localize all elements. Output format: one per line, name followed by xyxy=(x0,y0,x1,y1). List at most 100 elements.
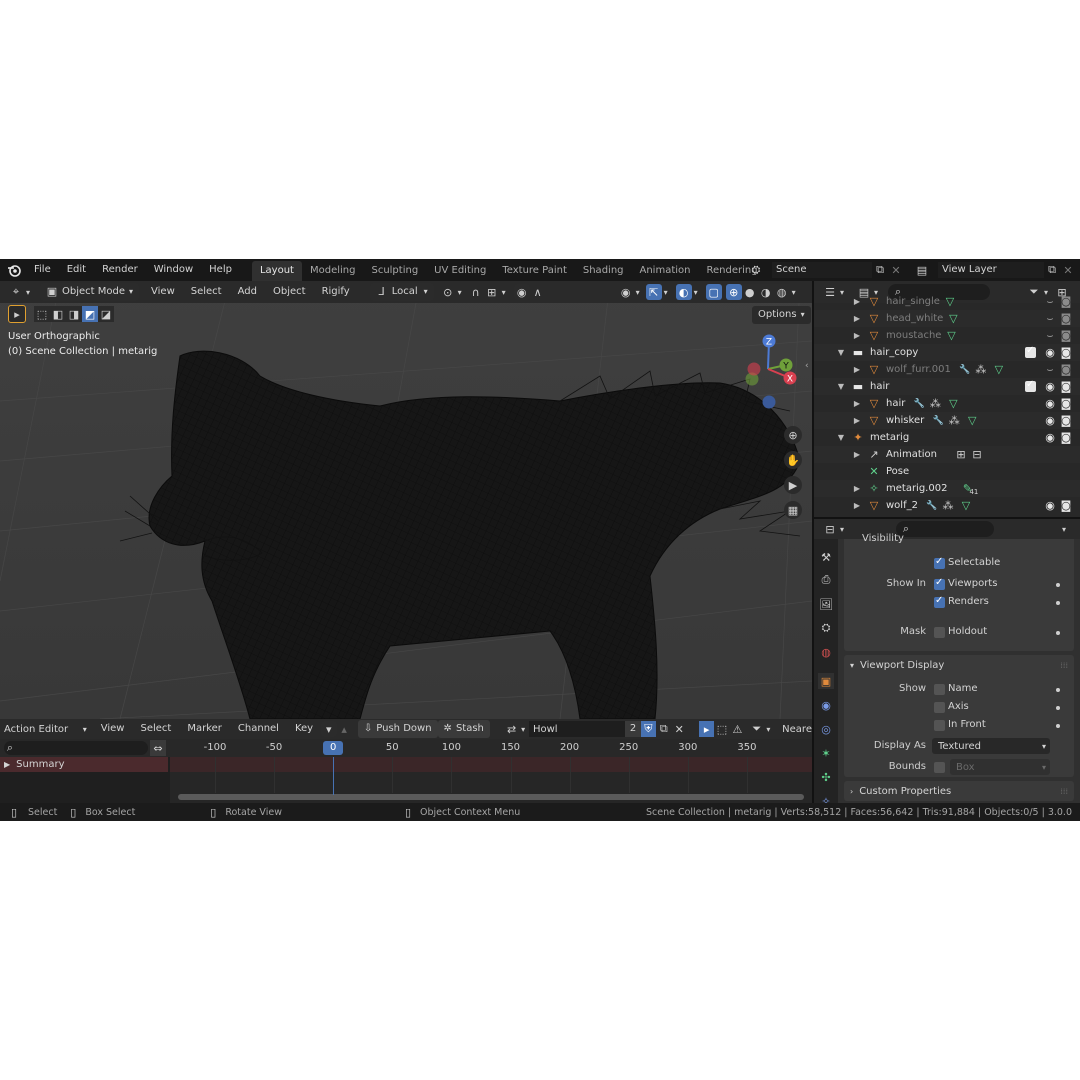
viewport-menu-object[interactable]: Object xyxy=(265,282,314,302)
mesh-data-icon[interactable]: ▽ xyxy=(945,311,961,327)
ortho-grid-icon[interactable]: ▦ xyxy=(784,501,802,519)
outliner-item[interactable]: ▶ ▽ moustache ▽ ⌣ ◙ xyxy=(814,327,1080,344)
layer-down-icon[interactable]: ▾ xyxy=(321,721,337,737)
tab-uv-editing[interactable]: UV Editing xyxy=(426,261,494,281)
eye-closed-icon[interactable]: ⌣ xyxy=(1042,294,1058,310)
filter-icon[interactable]: ⏷ xyxy=(749,721,764,737)
view-layer-name[interactable]: View Layer xyxy=(938,262,1044,278)
axis-checkbox[interactable] xyxy=(934,702,945,713)
outliner-item[interactable]: ▼ ▬ hair ◉◙ xyxy=(814,378,1080,395)
swap-range-icon[interactable]: ⇔ xyxy=(150,740,166,756)
modifier-tab-icon[interactable]: ◉ xyxy=(818,697,834,713)
particle-system-icon[interactable]: ⁂ xyxy=(940,498,956,514)
proportional-edit-icon[interactable]: ◉ xyxy=(513,284,530,300)
modifier-wrench-icon[interactable]: 🔧 xyxy=(930,413,946,429)
outliner-properties-divider[interactable] xyxy=(814,517,1080,519)
outliner-item[interactable]: ▶ ▽ wolf_furr.001 🔧 ⁂ ▽ ⌣ ◙ xyxy=(814,361,1080,378)
expand-right-icon[interactable]: ▶ xyxy=(852,399,862,408)
layer-up-icon[interactable]: ▴ xyxy=(337,721,352,737)
tool-tab-icon[interactable]: ⚒ xyxy=(818,549,834,565)
viewport-display-header-row[interactable]: ▾ Viewport Display ⁞⁞⁞ xyxy=(844,655,1074,675)
frame-ruler[interactable]: -100 -50 0 50 100 150 200 250 300 350 xyxy=(170,739,812,757)
scene-name[interactable]: Scene xyxy=(772,262,872,278)
viewports-checkbox[interactable] xyxy=(934,577,945,590)
snap-target-icon[interactable]: ⊞ xyxy=(484,284,500,300)
action-menu-select[interactable]: Select xyxy=(132,719,179,739)
mesh-data-icon[interactable]: ▽ xyxy=(958,498,974,514)
eye-closed-icon[interactable]: ⌣ xyxy=(1042,311,1058,327)
mesh-data-icon[interactable]: ▽ xyxy=(942,294,958,310)
camera-render-icon[interactable]: ◙ xyxy=(1058,498,1074,514)
outliner-item[interactable]: ▶ ▽ head_white ▽ ⌣ ◙ xyxy=(814,310,1080,327)
scene-selector[interactable]: ⛭ Scene ⧉ ✕ xyxy=(748,261,904,279)
visibility-header[interactable]: Visibility xyxy=(862,533,904,544)
menu-file[interactable]: File xyxy=(26,260,59,280)
action-data-icon[interactable]: ⊞ xyxy=(953,447,969,463)
interpolation-label[interactable]: Neare xyxy=(782,724,812,735)
current-frame-indicator[interactable]: 0 xyxy=(323,741,344,755)
eye-closed-icon[interactable]: ⌣ xyxy=(1042,328,1058,344)
select-invert-icon[interactable]: ◩ xyxy=(82,306,98,322)
physics-tab-icon[interactable]: ◎ xyxy=(818,721,834,737)
xray-toggle-icon[interactable]: ▢ xyxy=(705,284,722,300)
outliner-item[interactable]: ▶ ▽ hair 🔧 ⁂ ▽ ◉ ◙ xyxy=(814,395,1080,412)
renders-keyframe-dot[interactable] xyxy=(1056,601,1060,605)
exclude-checkbox[interactable] xyxy=(1025,345,1036,358)
transform-orientation-selector[interactable]: ⅃ Local ▾ xyxy=(369,283,434,301)
pan-hand-icon[interactable]: ✋ xyxy=(784,451,802,469)
viewport-menu-rigify[interactable]: Rigify xyxy=(314,282,358,302)
menu-edit[interactable]: Edit xyxy=(59,260,94,280)
outliner-item[interactable]: ▶✕Pose xyxy=(814,463,1080,480)
bounds-checkbox[interactable] xyxy=(934,762,945,773)
editor-type-icon[interactable]: ⌖ xyxy=(8,284,24,300)
keyframe-area[interactable] xyxy=(170,757,812,803)
wireframe-shading-icon[interactable]: ⊕ xyxy=(725,284,742,300)
nla-tracks-icon[interactable]: ⊟ xyxy=(969,447,985,463)
action-users-count[interactable]: 2 xyxy=(625,721,641,737)
outliner-item[interactable]: ▶ ▽ whisker 🔧 ⁂ ▽ ◉ ◙ xyxy=(814,412,1080,429)
camera-render-icon[interactable]: ◙ xyxy=(1058,328,1074,344)
camera-render-icon[interactable]: ◙ xyxy=(1058,430,1074,446)
camera-view-icon[interactable]: ▶ xyxy=(784,476,802,494)
action-menu-marker[interactable]: Marker xyxy=(179,719,230,739)
visibility-icon[interactable]: ◉ xyxy=(618,284,634,300)
tab-shading[interactable]: Shading xyxy=(575,261,632,281)
select-tool-icon[interactable]: ▸ xyxy=(8,305,26,323)
expand-right-icon[interactable]: ▶ xyxy=(852,501,862,510)
horizontal-scrollbar[interactable] xyxy=(178,794,804,800)
view-layer-selector[interactable]: ▤ View Layer ⧉ ✕ xyxy=(914,261,1076,279)
outliner-item[interactable]: ▶ ✧ metarig.002 ✎ 41 xyxy=(814,480,1080,497)
material-shading-icon[interactable]: ◑ xyxy=(757,284,774,300)
display-as-dropdown[interactable]: Textured ▾ xyxy=(932,738,1050,754)
in-front-keyframe-dot[interactable] xyxy=(1056,724,1060,728)
selectable-checkbox[interactable] xyxy=(934,556,945,569)
snap-icon[interactable]: ∩ xyxy=(468,284,484,300)
camera-render-icon[interactable]: ◙ xyxy=(1058,311,1074,327)
camera-render-icon[interactable]: ◙ xyxy=(1058,413,1074,429)
holdout-checkbox[interactable] xyxy=(934,627,945,638)
select-intersect-icon[interactable]: ◪ xyxy=(98,306,114,322)
tab-layout[interactable]: Layout xyxy=(251,261,302,281)
exclude-checkbox[interactable] xyxy=(1025,379,1036,392)
output-tab-icon[interactable]: 🖼 xyxy=(818,596,834,612)
mesh-data-icon[interactable]: ▽ xyxy=(964,413,980,429)
zoom-icon[interactable]: ⊕ xyxy=(784,426,802,444)
only-selected-icon[interactable]: ▸ xyxy=(698,721,715,737)
custom-properties-panel[interactable]: › Custom Properties ⁞⁞⁞ xyxy=(844,781,1074,801)
push-down-button[interactable]: ⇩ Push Down xyxy=(357,720,438,738)
camera-render-icon[interactable]: ◙ xyxy=(1058,396,1074,412)
name-checkbox[interactable] xyxy=(934,684,945,695)
viewports-keyframe-dot[interactable] xyxy=(1056,583,1060,587)
outliner-item[interactable]: ▼ ▬ hair_copy ◉◙ xyxy=(814,344,1080,361)
tab-modeling[interactable]: Modeling xyxy=(302,261,364,281)
channel-search-input[interactable]: ⌕ xyxy=(4,741,148,755)
action-menu-view[interactable]: View xyxy=(93,719,133,739)
modifier-wrench-icon[interactable]: 🔧 xyxy=(911,396,927,412)
object-tab-icon[interactable]: ▣ xyxy=(818,673,834,689)
tab-animation[interactable]: Animation xyxy=(632,261,699,281)
expand-right-icon[interactable]: ▶ xyxy=(852,331,862,340)
falloff-icon[interactable]: ∧ xyxy=(530,284,546,300)
outliner-item[interactable]: ▶ ▽ hair_single ▽ ⌣ ◙ xyxy=(814,293,1080,310)
mesh-data-icon[interactable]: ▽ xyxy=(991,362,1007,378)
constraint-tab-icon[interactable]: ✶ xyxy=(818,745,834,761)
